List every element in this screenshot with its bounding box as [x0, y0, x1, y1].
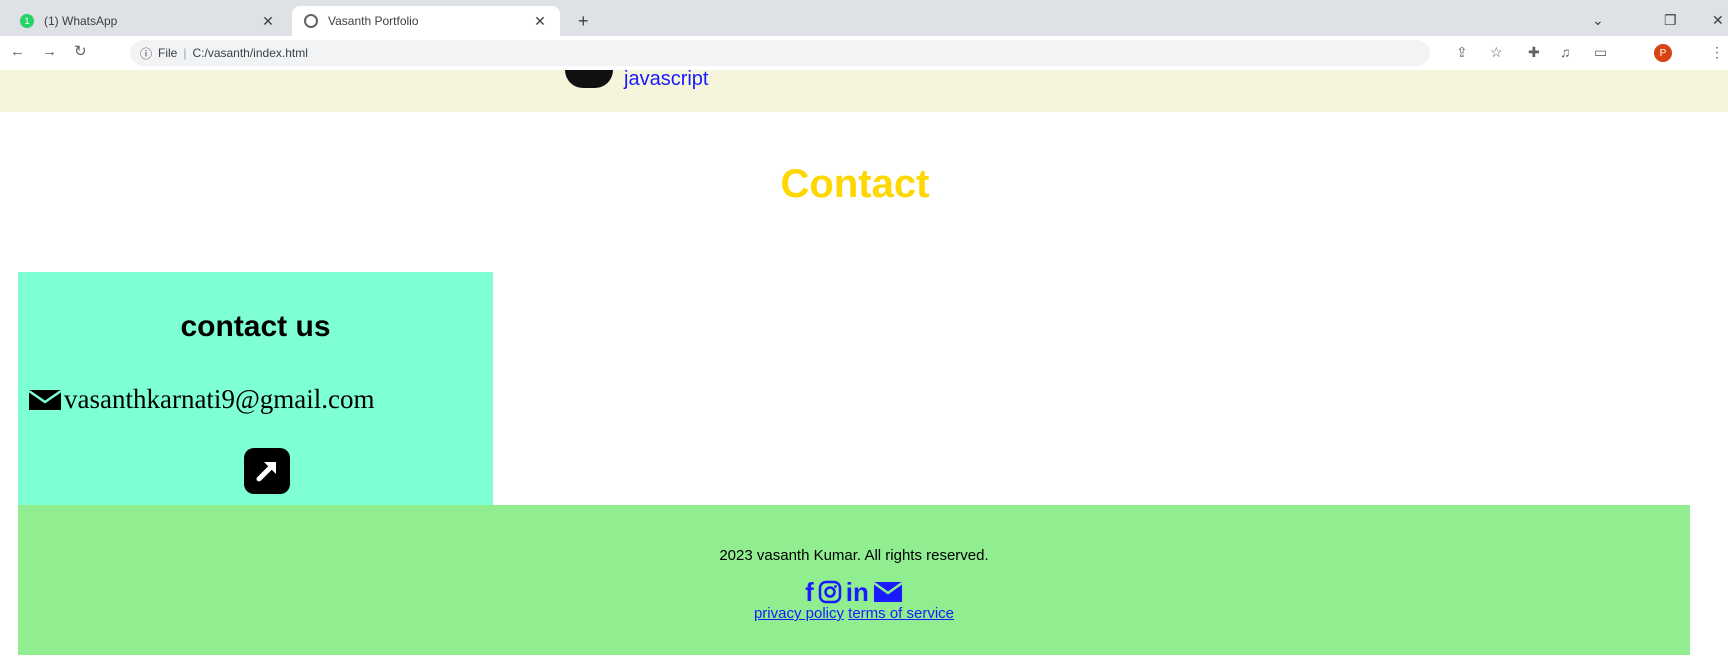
privacy-policy-link[interactable]: privacy policy	[754, 605, 844, 622]
social-links: f in	[18, 579, 1690, 605]
address-separator: |	[183, 46, 187, 60]
terms-of-service-link[interactable]: terms of service	[848, 605, 954, 622]
tab-search-icon[interactable]: ⌄	[1592, 12, 1604, 29]
extensions-icon[interactable]: ✚	[1528, 44, 1540, 60]
share-icon[interactable]: ⇪	[1456, 44, 1468, 60]
browser-chrome: 1 (1) WhatsApp ✕ Vasanth Portfolio ✕ + ⌄…	[0, 0, 1728, 70]
footer: 2023 vasanth Kumar. All rights reserved.…	[18, 505, 1690, 655]
envelope-glyph	[873, 581, 903, 602]
address-bar[interactable]: ⓘ File | C:/vasanth/index.html	[130, 40, 1430, 66]
tab-vasanth-portfolio[interactable]: Vasanth Portfolio ✕	[292, 6, 560, 36]
facebook-icon[interactable]: f	[805, 579, 814, 605]
globe-icon	[304, 14, 318, 28]
new-tab-button[interactable]: +	[578, 12, 589, 30]
tab-strip: 1 (1) WhatsApp ✕ Vasanth Portfolio ✕ + ⌄…	[0, 0, 1728, 36]
instagram-icon[interactable]	[818, 579, 842, 605]
skill-label: javascript	[624, 68, 709, 90]
email-address[interactable]: vasanthkarnati9@gmail.com	[64, 384, 375, 415]
close-tab-icon[interactable]: ✕	[532, 13, 548, 30]
media-icon[interactable]: ♫	[1560, 44, 1571, 60]
restore-window-icon[interactable]: ❐	[1664, 12, 1677, 29]
close-tab-icon[interactable]: ✕	[260, 13, 276, 30]
address-scheme: File	[158, 46, 178, 60]
menu-icon[interactable]: ⋮	[1710, 44, 1724, 60]
reload-icon[interactable]: ↻	[74, 44, 87, 60]
copyright-text: 2023 vasanth Kumar. All rights reserved.	[719, 547, 989, 564]
tab-title: (1) WhatsApp	[44, 14, 118, 28]
instagram-glyph	[818, 580, 842, 604]
contact-heading: Contact	[780, 162, 930, 206]
footer-links: privacy policy terms of service	[18, 605, 1690, 622]
bookmark-star-icon[interactable]: ☆	[1490, 44, 1503, 60]
contact-card-title: contact us	[180, 310, 331, 343]
tab-title: Vasanth Portfolio	[328, 14, 419, 28]
external-link-icon[interactable]	[244, 448, 290, 494]
back-icon[interactable]: ←	[10, 44, 25, 60]
mail-icon[interactable]	[873, 579, 903, 605]
javascript-icon	[565, 70, 613, 88]
email-row[interactable]: vasanthkarnati9@gmail.com	[28, 384, 375, 415]
skills-section: javascript	[0, 68, 1728, 112]
arrow-up-right-icon	[256, 462, 276, 482]
side-panel-icon[interactable]: ▭	[1594, 44, 1607, 60]
linkedin-icon[interactable]: in	[846, 579, 869, 605]
profile-avatar[interactable]: P	[1654, 44, 1672, 62]
info-icon[interactable]: ⓘ	[140, 45, 152, 62]
tab-whatsapp[interactable]: 1 (1) WhatsApp ✕	[8, 6, 288, 36]
contact-card: contact us vasanthkarnati9@gmail.com	[18, 272, 493, 512]
envelope-icon	[28, 389, 62, 410]
address-path: C:/vasanth/index.html	[192, 46, 308, 60]
page-viewport: javascript Contact contact us vasanthkar…	[0, 68, 1728, 667]
browser-toolbar: ← → ↻ ⓘ File | C:/vasanth/index.html ⇪ ☆…	[0, 36, 1728, 70]
forward-icon[interactable]: →	[42, 44, 57, 60]
close-window-icon[interactable]: ✕	[1712, 12, 1724, 29]
whatsapp-icon: 1	[20, 14, 34, 28]
